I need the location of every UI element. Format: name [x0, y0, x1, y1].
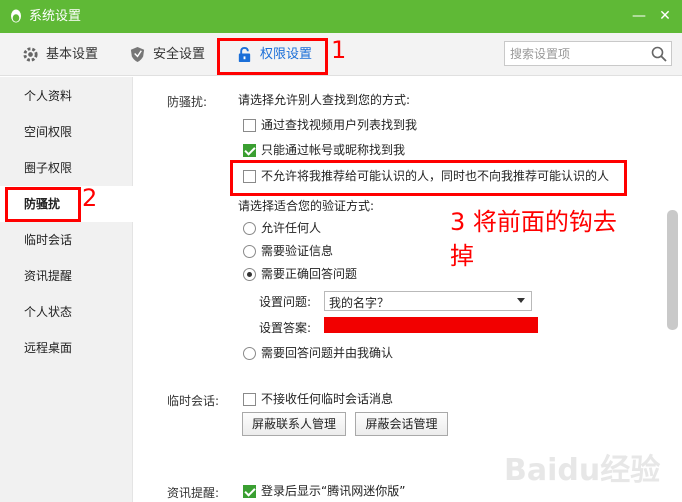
sidebar-item-label: 资讯提醒 — [24, 269, 73, 283]
checkbox-show-mini-news[interactable] — [243, 485, 256, 498]
tab-label: 基本设置 — [46, 47, 99, 62]
sidebar-item-label: 个人资料 — [24, 89, 73, 103]
blocked-contacts-button[interactable]: 屏蔽联系人管理 — [242, 412, 346, 436]
verify-method-prompt: 请选择适合您的验证方式: — [238, 199, 375, 213]
qq-penguin-icon — [11, 9, 21, 23]
sidebar-item-label: 远程桌面 — [24, 341, 73, 355]
annotation-step-3-line2: 掉 — [450, 242, 474, 270]
search-input[interactable] — [510, 45, 646, 62]
question-select-value: 我的名字？ — [329, 296, 390, 310]
radio-label: 需要正确回答问题 — [261, 267, 358, 281]
highlight-box-anti-harassment — [5, 187, 81, 222]
checkbox-label: 只能通过帐号或昵称找到我 — [261, 143, 406, 157]
checkbox-label: 通过查找视频用户列表找到我 — [261, 118, 418, 132]
section-label-temp-session: 临时会话: — [167, 394, 220, 408]
tab-basic-settings[interactable]: 基本设置 — [22, 33, 102, 76]
question-label: 设置问题: — [259, 295, 312, 309]
find-method-prompt: 请选择允许别人查找到您的方式: — [238, 93, 411, 107]
sidebar-item-label: 空间权限 — [24, 125, 73, 139]
answer-field-redacted[interactable] — [324, 317, 538, 333]
checkbox-reject-temp-session[interactable] — [243, 393, 256, 406]
title-bar: 系统设置 — ✕ — [0, 0, 682, 33]
sidebar-item-label: 个人状态 — [24, 305, 73, 319]
section-label-anti-harassment: 防骚扰: — [167, 95, 208, 109]
radio-label: 需要回答问题并由我确认 — [261, 346, 394, 360]
sidebar-item-circle-permission[interactable]: 圈子权限 — [0, 150, 133, 186]
sidebar-item-label: 圈子权限 — [24, 161, 73, 175]
chevron-down-icon — [517, 298, 525, 303]
annotation-step-3-line1: 3 将前面的钩去 — [450, 208, 617, 236]
search-icon[interactable] — [650, 45, 668, 63]
shield-icon — [130, 46, 145, 63]
close-icon[interactable]: ✕ — [655, 6, 675, 26]
settings-content: 防骚扰: 请选择允许别人查找到您的方式: 通过查找视频用户列表找到我 只能通过帐… — [134, 77, 682, 502]
sidebar: 个人资料 空间权限 圈子权限 防骚扰 临时会话 资讯提醒 个人状态 远程桌面 — [0, 77, 133, 502]
radio-label: 允许任何人 — [261, 221, 322, 235]
tab-label: 安全设置 — [153, 47, 206, 62]
section-label-news: 资讯提醒: — [167, 486, 220, 500]
answer-label: 设置答案: — [259, 321, 312, 335]
question-select[interactable]: 我的名字？ — [324, 291, 532, 311]
sidebar-item-personal-status[interactable]: 个人状态 — [0, 294, 133, 330]
radio-allow-anyone[interactable] — [243, 222, 256, 235]
sidebar-item-space-permission[interactable]: 空间权限 — [0, 114, 133, 150]
tab-security-settings[interactable]: 安全设置 — [129, 33, 209, 76]
scrollbar-thumb[interactable] — [667, 210, 678, 330]
annotation-step-1: 1 — [331, 36, 347, 64]
sidebar-item-news-reminder[interactable]: 资讯提醒 — [0, 258, 133, 294]
checkbox-label: 不接收任何临时会话消息 — [261, 392, 394, 406]
checkbox-find-by-video-list[interactable] — [243, 119, 256, 132]
gear-icon — [23, 47, 38, 62]
minimize-icon[interactable]: — — [629, 6, 649, 26]
radio-need-correct-answer[interactable] — [243, 268, 256, 281]
sidebar-item-temp-session[interactable]: 临时会话 — [0, 222, 133, 258]
radio-answer-and-confirm[interactable] — [243, 347, 256, 360]
search-box[interactable] — [504, 41, 672, 66]
window-title: 系统设置 — [29, 9, 82, 24]
baidu-watermark: Baidu经验 — [504, 453, 660, 488]
radio-need-verify-info[interactable] — [243, 245, 256, 258]
highlight-box-permission-tab — [217, 38, 328, 75]
sidebar-item-profile[interactable]: 个人资料 — [0, 78, 133, 114]
checkbox-label: 登录后显示“腾讯网迷你版” — [261, 484, 406, 498]
blocked-sessions-button[interactable]: 屏蔽会话管理 — [355, 412, 448, 436]
radio-label: 需要验证信息 — [261, 244, 334, 258]
watermark-text: Baidu经验 — [504, 453, 660, 488]
annotation-step-2: 2 — [82, 184, 98, 212]
checkbox-find-by-account-only[interactable] — [243, 144, 256, 157]
highlight-box-no-recommend — [230, 160, 627, 196]
sidebar-item-remote-desktop[interactable]: 远程桌面 — [0, 330, 133, 366]
sidebar-item-label: 临时会话 — [24, 233, 73, 247]
